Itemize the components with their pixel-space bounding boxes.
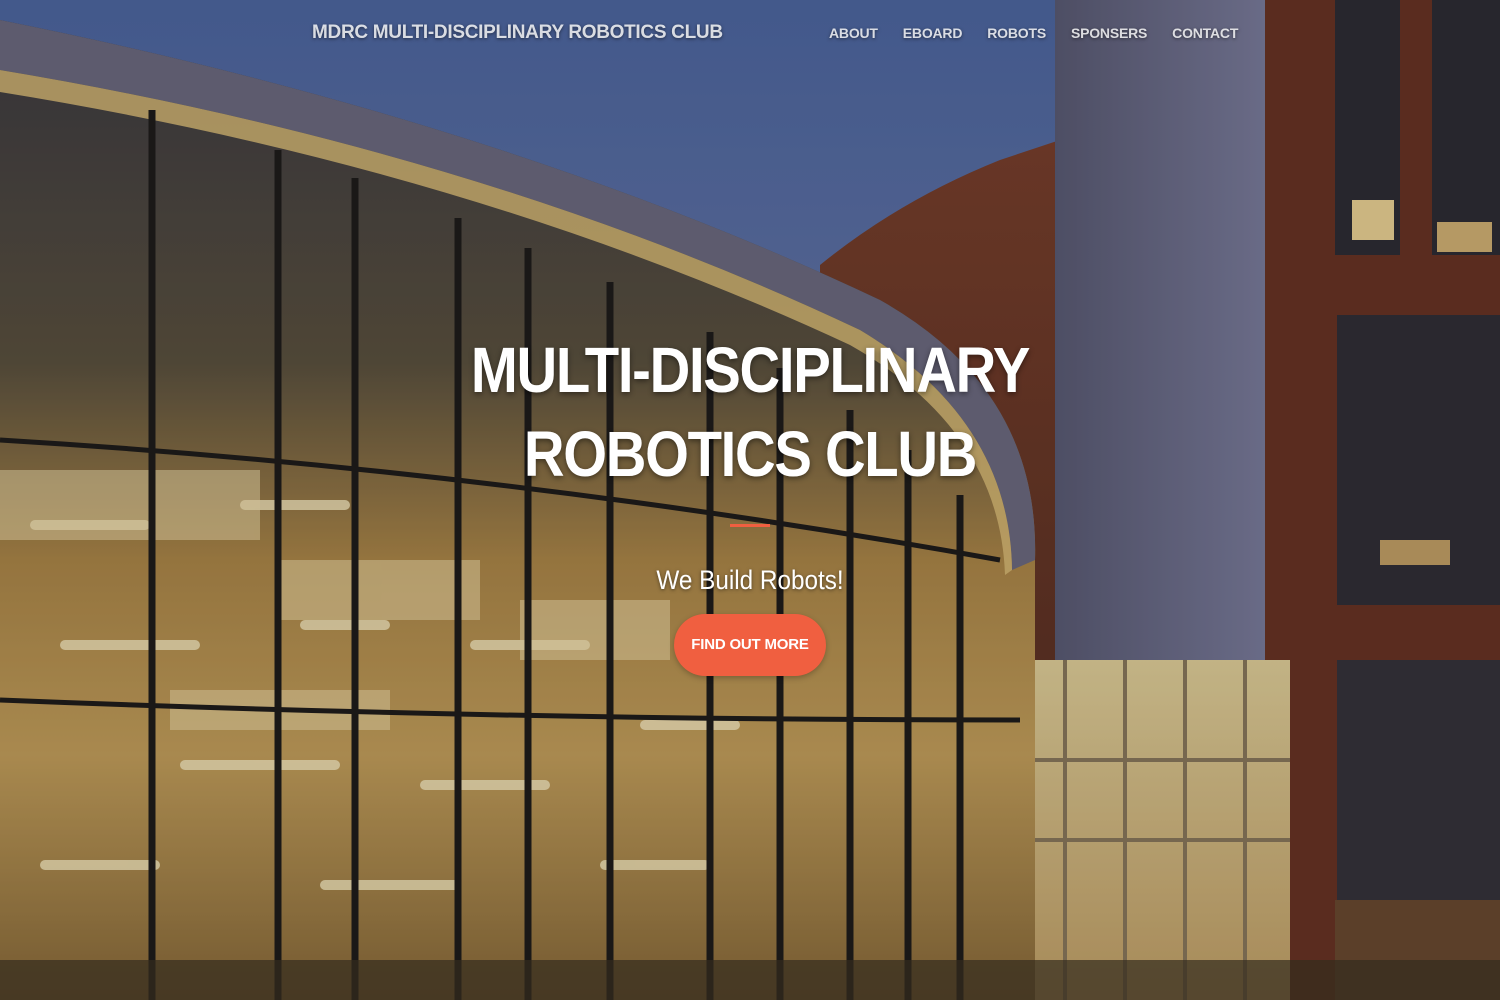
nav-links: ABOUT EBOARD ROBOTS SPONSERS CONTACT bbox=[829, 25, 1238, 41]
hero-content: MULTI-DISCIPLINARY ROBOTICS CLUB We Buil… bbox=[0, 328, 1500, 676]
nav-link-eboard[interactable]: EBOARD bbox=[903, 25, 963, 41]
nav-link-contact[interactable]: CONTACT bbox=[1172, 25, 1238, 41]
hero-divider bbox=[730, 524, 770, 527]
hero-headline: MULTI-DISCIPLINARY ROBOTICS CLUB bbox=[470, 334, 1030, 490]
brand-link[interactable]: MDRC MULTI-DISCIPLINARY ROBOTICS CLUB bbox=[312, 22, 723, 44]
nav-link-sponsers[interactable]: SPONSERS bbox=[1071, 25, 1147, 41]
hero-tagline: We Build Robots! bbox=[656, 565, 844, 595]
find-out-more-button[interactable]: FIND OUT MORE bbox=[674, 614, 826, 676]
nav-link-robots[interactable]: ROBOTS bbox=[987, 25, 1046, 41]
nav-link-about[interactable]: ABOUT bbox=[829, 25, 878, 41]
navbar: MDRC MULTI-DISCIPLINARY ROBOTICS CLUB AB… bbox=[0, 0, 1500, 68]
